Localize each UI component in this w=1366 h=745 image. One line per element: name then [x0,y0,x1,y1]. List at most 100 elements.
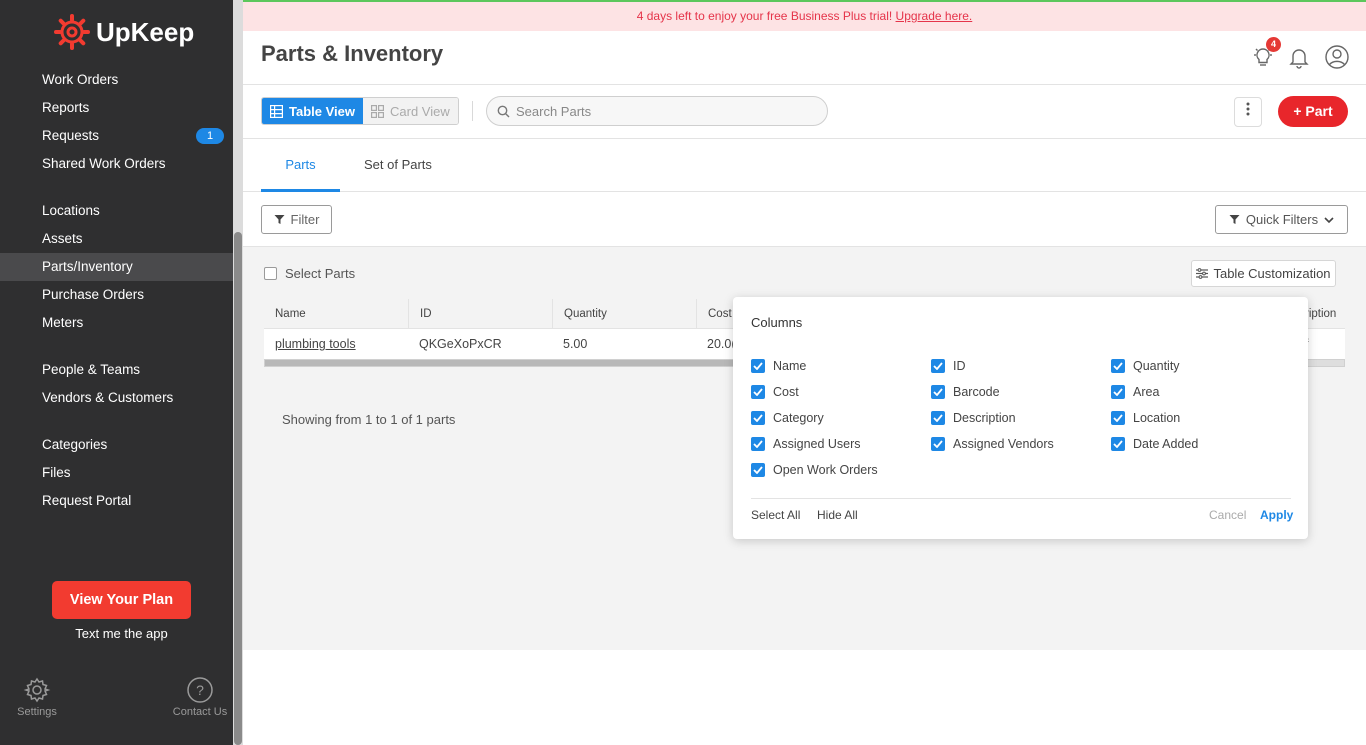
toolbar-divider [472,101,473,121]
sidebar-item-shared-work-orders[interactable]: Shared Work Orders [0,150,233,178]
more-options-button[interactable] [1234,97,1262,127]
select-parts-control[interactable]: Select Parts [264,266,355,281]
checkbox-checked-icon[interactable] [1111,359,1125,373]
card-view-button[interactable]: Card View [363,98,458,124]
tab-parts[interactable]: Parts [261,139,340,192]
column-option-assigned-vendors[interactable]: Assigned Vendors [931,437,1054,451]
column-option-quantity[interactable]: Quantity [1111,359,1180,373]
column-option-assigned-users[interactable]: Assigned Users [751,437,861,451]
checkbox-checked-icon[interactable] [751,359,765,373]
column-option-date-added[interactable]: Date Added [1111,437,1198,451]
sidebar-item-requests[interactable]: Requests 1 [0,122,233,150]
table-customization-button[interactable]: Table Customization [1191,260,1336,287]
sidebar-item-files[interactable]: Files [0,459,233,487]
sidebar-nav: Work Orders Reports Requests 1 Shared Wor… [0,66,233,515]
sidebar-item-people-teams[interactable]: People & Teams [0,356,233,384]
search-input[interactable] [516,103,816,119]
column-option-category[interactable]: Category [751,411,824,425]
contact-us-button[interactable]: ? Contact Us [170,676,230,718]
checkbox-checked-icon[interactable] [931,437,945,451]
search-icon [497,105,510,117]
page-header: Parts & Inventory 4 [243,31,1366,85]
column-option-label: Category [773,411,824,425]
column-option-id[interactable]: ID [931,359,966,373]
settings-label: Settings [17,706,57,718]
sidebar-item-reports[interactable]: Reports [0,94,233,122]
table-view-button[interactable]: Table View [262,98,363,124]
checkbox-checked-icon[interactable] [751,411,765,425]
brand-logo[interactable]: UpKeep [54,14,194,50]
view-toggle: Table View Card View [261,97,459,125]
search-bar [486,96,828,126]
columns-popup-title: Columns [751,315,803,330]
columns-popup: Columns Name ID Quantity Cost Barcode Ar… [733,297,1308,539]
column-option-name[interactable]: Name [751,359,806,373]
sidebar-item-parts-inventory[interactable]: Parts/Inventory [0,253,233,281]
checkbox-checked-icon[interactable] [1111,385,1125,399]
column-option-area[interactable]: Area [1111,385,1159,399]
sidebar-item-vendors-customers[interactable]: Vendors & Customers [0,384,233,412]
funnel-icon [1229,215,1240,224]
column-option-label: Open Work Orders [773,463,878,477]
column-option-label: ID [953,359,966,373]
checkbox-checked-icon[interactable] [931,385,945,399]
column-header-id[interactable]: ID [408,299,432,329]
column-option-cost[interactable]: Cost [751,385,799,399]
checkbox-checked-icon[interactable] [751,385,765,399]
vertical-ellipsis-icon [1246,102,1250,116]
tab-set-of-parts[interactable]: Set of Parts [364,139,432,192]
bell-icon[interactable] [1286,44,1312,70]
settings-button[interactable]: Settings [14,676,60,718]
sidebar-item-assets[interactable]: Assets [0,225,233,253]
checkbox-checked-icon[interactable] [931,359,945,373]
help-circle-icon: ? [187,677,213,703]
column-option-label: Barcode [953,385,1000,399]
sidebar-item-locations[interactable]: Locations [0,197,233,225]
part-name-link[interactable]: plumbing tools [275,337,356,351]
filter-button[interactable]: Filter [261,205,332,234]
add-part-button[interactable]: + Part [1278,96,1348,127]
cancel-button[interactable]: Cancel [1209,508,1246,522]
apply-button[interactable]: Apply [1260,508,1293,522]
funnel-icon [274,215,285,224]
text-me-app-link[interactable]: Text me the app [0,626,243,641]
sliders-icon [1196,268,1209,279]
checkbox-checked-icon[interactable] [751,463,765,477]
column-header-cost[interactable]: Cost [696,299,732,329]
checkbox-checked-icon[interactable] [931,411,945,425]
checkbox-checked-icon[interactable] [1111,437,1125,451]
user-profile-icon[interactable] [1324,44,1350,70]
sidebar-scrollbar[interactable] [233,0,243,745]
column-header-name[interactable]: Name [264,299,306,329]
sidebar-item-request-portal[interactable]: Request Portal [0,487,233,515]
checkbox-checked-icon[interactable] [751,437,765,451]
sidebar-item-purchase-orders[interactable]: Purchase Orders [0,281,233,309]
column-option-location[interactable]: Location [1111,411,1180,425]
trial-text: 4 days left to enjoy your free Business … [636,9,896,23]
column-option-label: Assigned Users [773,437,861,451]
column-option-open-work-orders[interactable]: Open Work Orders [751,463,878,477]
column-option-description[interactable]: Description [931,411,1016,425]
sidebar-item-meters[interactable]: Meters [0,309,233,337]
brand-name: UpKeep [96,16,195,47]
column-option-barcode[interactable]: Barcode [931,385,1000,399]
select-all-button[interactable]: Select All [751,508,800,522]
select-all-checkbox[interactable] [264,267,277,280]
part-id-cell: QKGeXoPxCR [419,337,502,351]
checkbox-checked-icon[interactable] [1111,411,1125,425]
table-customization-label: Table Customization [1213,266,1331,281]
column-option-label: Location [1133,411,1181,425]
select-parts-label: Select Parts [285,266,356,281]
quick-filters-dropdown[interactable]: Quick Filters [1215,205,1348,234]
sidebar-item-work-orders[interactable]: Work Orders [0,66,233,94]
filter-label: Filter [290,212,320,227]
hide-all-button[interactable]: Hide All [817,508,858,522]
sidebar-item-categories[interactable]: Categories [0,431,233,459]
upgrade-link[interactable]: Upgrade here. [896,9,973,23]
svg-text:?: ? [196,682,204,698]
tab-bar: Parts Set of Parts [243,139,1366,192]
trial-banner: 4 days left to enjoy your free Business … [243,0,1366,31]
column-header-quantity[interactable]: Quantity [552,299,607,329]
view-plan-button[interactable]: View Your Plan [52,581,191,619]
column-option-label: Area [1133,385,1160,399]
